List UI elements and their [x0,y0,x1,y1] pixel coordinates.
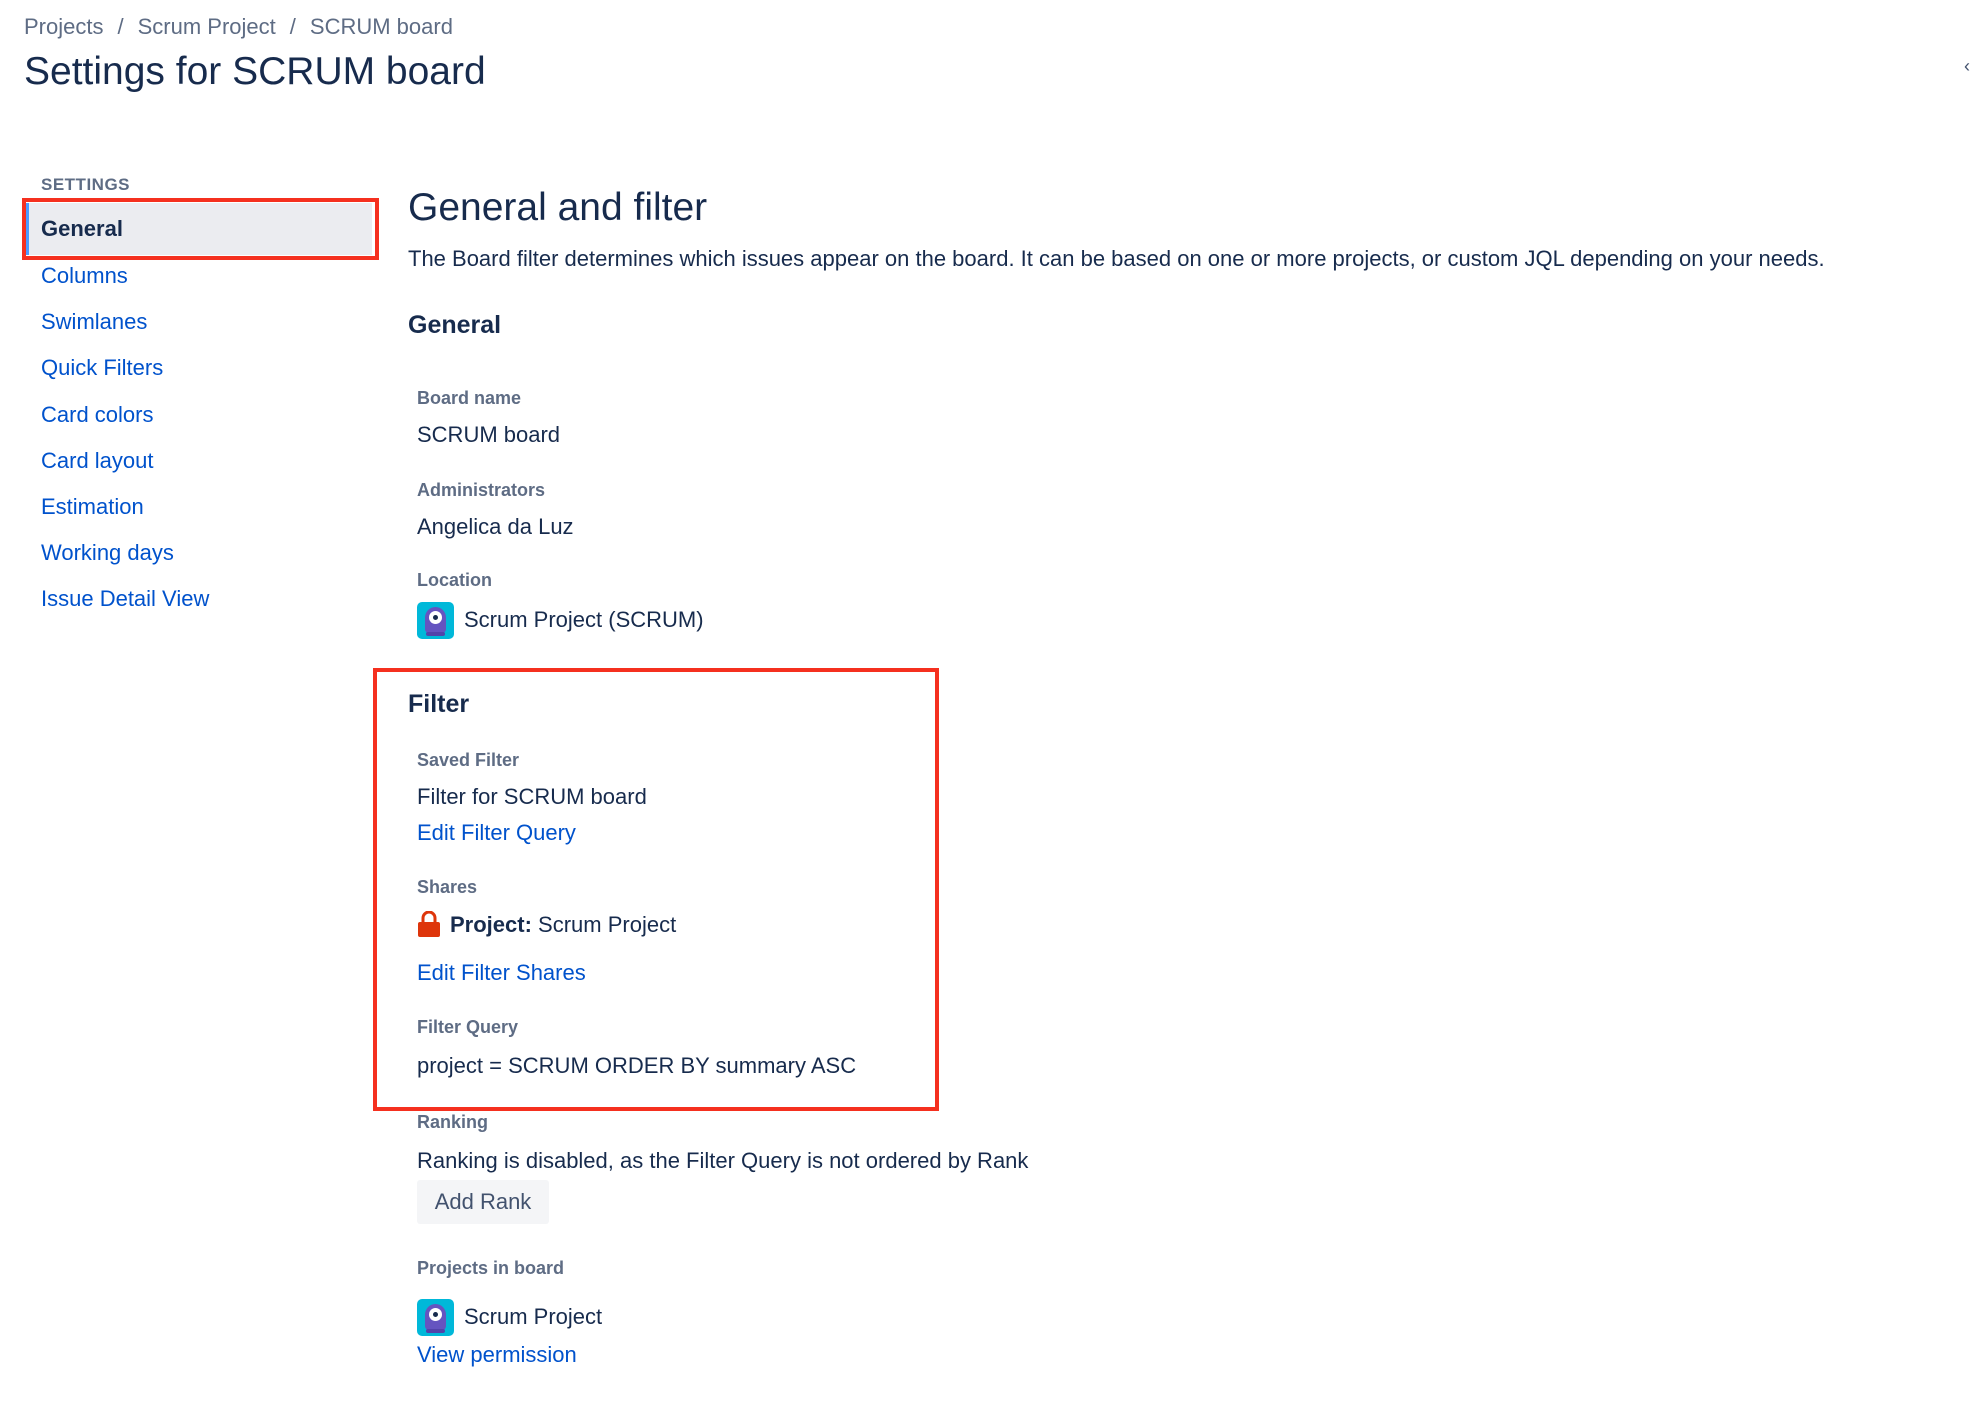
shares-label: Shares [417,877,478,897]
breadcrumb-scrum-project[interactable]: Scrum Project [138,14,276,39]
project-avatar-icon [417,1299,454,1336]
sidebar-item-quick-filters[interactable]: Quick Filters [41,355,163,381]
board-name-label: Board name [417,388,522,408]
saved-filter-label: Saved Filter [417,750,520,770]
project-avatar-icon [417,602,454,639]
filter-heading: Filter [408,690,470,718]
sidebar-item-card-colors[interactable]: Card colors [41,402,153,428]
sidebar-item-issue-detail-view[interactable]: Issue Detail View [41,586,209,612]
location-label: Location [417,570,492,590]
chevron-left-icon[interactable]: ‹ [1964,56,1970,77]
sidebar-item-general[interactable]: General [25,203,372,255]
sidebar-item-estimation[interactable]: Estimation [41,494,144,520]
shares-project: Scrum Project [538,912,677,937]
section-description: The Board filter determines which issues… [408,246,1825,271]
lock-icon [418,911,440,937]
project-in-board-name[interactable]: Scrum Project [464,1304,602,1330]
sidebar-item-swimlanes[interactable]: Swimlanes [41,309,147,335]
edit-filter-shares-link[interactable]: Edit Filter Shares [417,960,586,986]
board-name-value[interactable]: SCRUM board [417,422,560,448]
shares-value: Project: Scrum Project [450,912,676,938]
shares-type: Project: [450,912,532,937]
sidebar-item-columns[interactable]: Columns [41,263,128,289]
administrators-label: Administrators [417,480,546,500]
breadcrumb-separator: / [289,14,296,39]
sidebar-heading: SETTINGS [41,175,131,194]
edit-filter-query-link[interactable]: Edit Filter Query [417,820,576,846]
breadcrumb-separator: / [117,14,124,39]
general-heading: General [408,311,502,339]
sidebar-item-working-days[interactable]: Working days [41,540,174,566]
add-rank-button[interactable]: Add Rank [417,1180,549,1224]
filter-query-value: project = SCRUM ORDER BY summary ASC [417,1053,857,1078]
sidebar-item-card-layout[interactable]: Card layout [41,448,154,474]
filter-query-label: Filter Query [417,1017,519,1037]
breadcrumb: Projects / Scrum Project / SCRUM board [24,14,453,40]
saved-filter-value: Filter for SCRUM board [417,784,647,809]
ranking-label: Ranking [417,1112,489,1132]
breadcrumb-scrum-board[interactable]: SCRUM board [310,14,453,39]
ranking-text: Ranking is disabled, as the Filter Query… [417,1148,1029,1173]
projects-in-board-label: Projects in board [417,1258,565,1278]
location-value[interactable]: Scrum Project (SCRUM) [464,607,704,633]
page-title: Settings for SCRUM board [24,50,486,93]
view-permission-link[interactable]: View permission [417,1342,577,1368]
administrators-value[interactable]: Angelica da Luz [417,514,574,540]
breadcrumb-projects[interactable]: Projects [24,14,103,39]
section-title: General and filter [408,186,708,229]
